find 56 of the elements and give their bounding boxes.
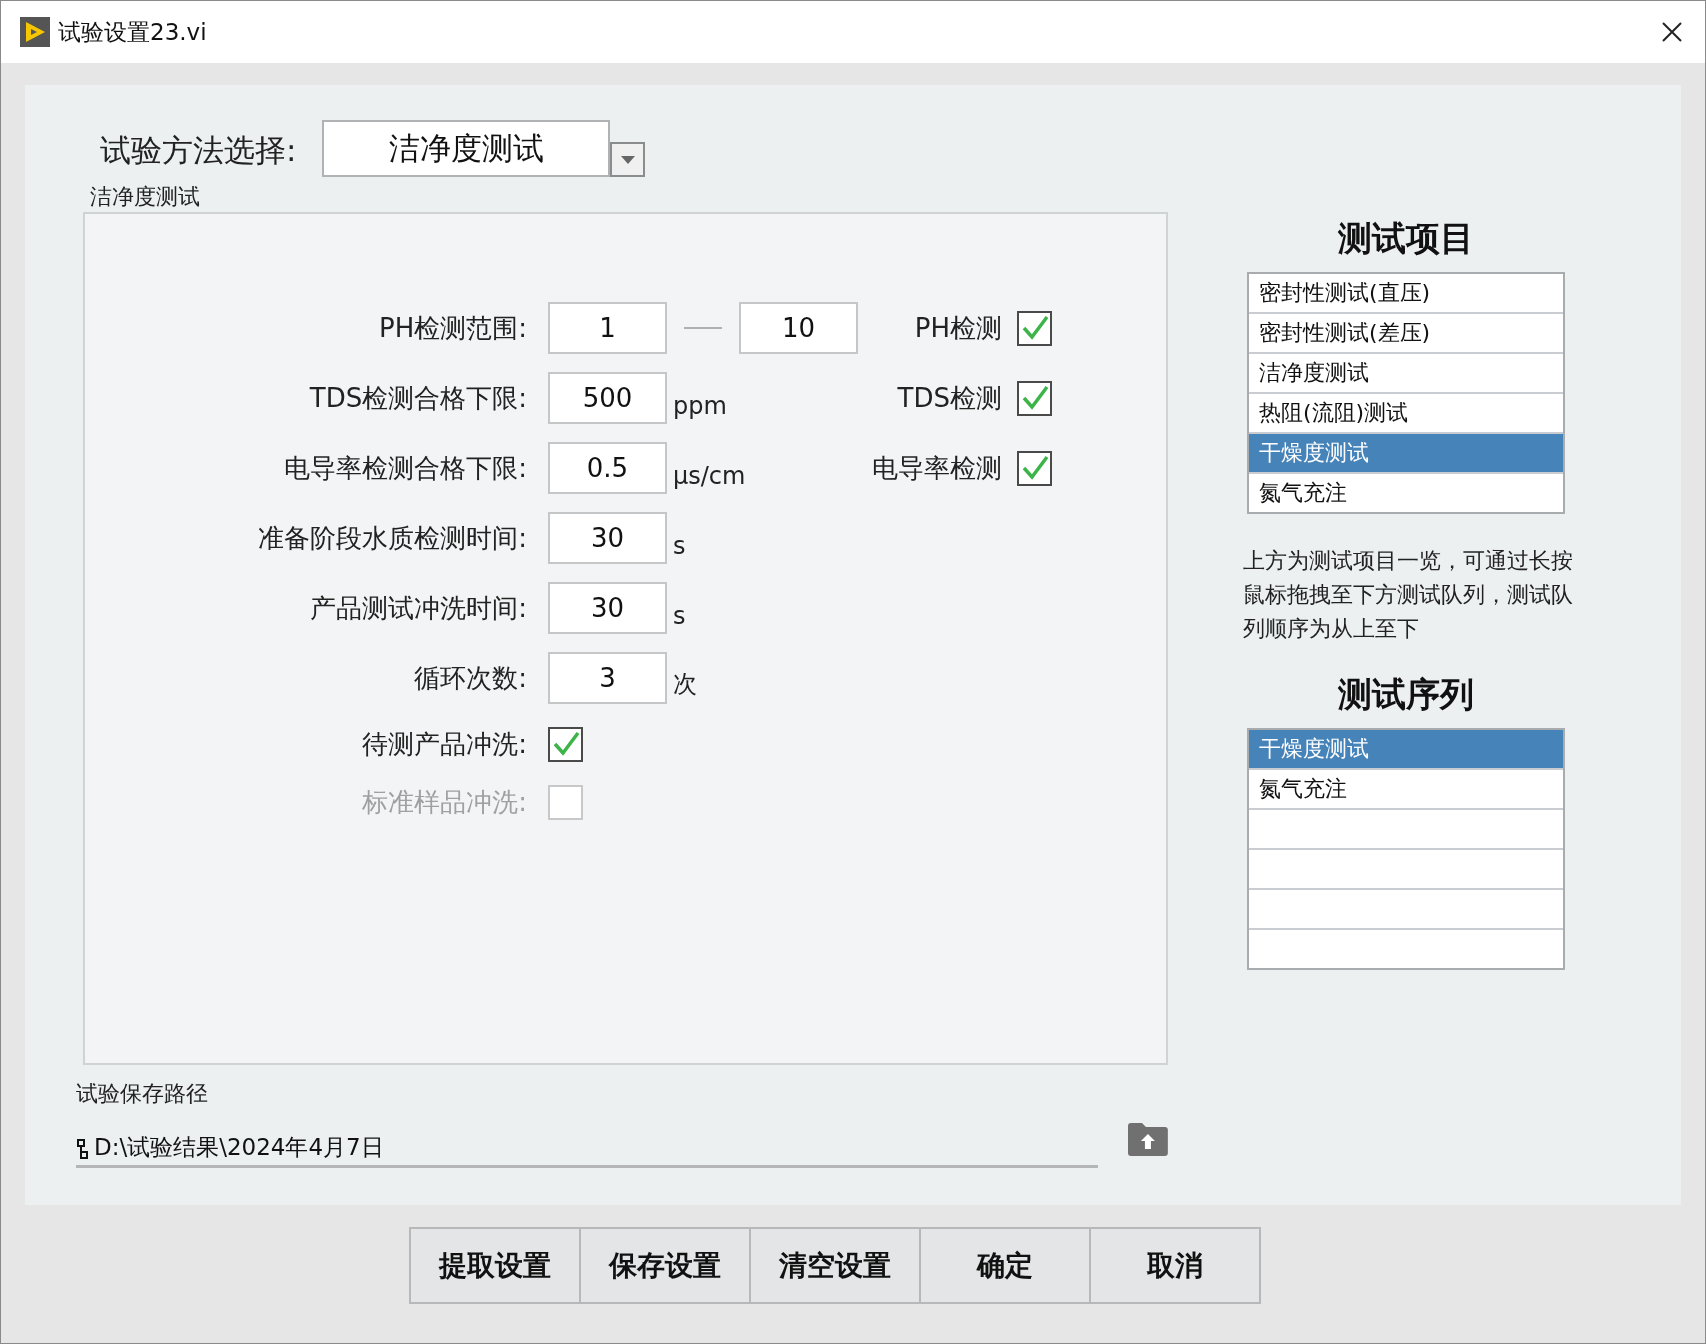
- checkbox[interactable]: [1017, 380, 1052, 416]
- list-item[interactable]: 洁净度测试: [1249, 352, 1563, 392]
- action-button[interactable]: 清空设置: [749, 1227, 921, 1304]
- dropdown-button[interactable]: [610, 142, 646, 177]
- list-item[interactable]: 氮气充注: [1249, 768, 1563, 808]
- number-field[interactable]: 30: [548, 512, 667, 564]
- unit-label: s: [673, 602, 686, 630]
- number-field[interactable]: 3: [548, 652, 667, 704]
- checkbox[interactable]: [1017, 450, 1052, 486]
- field-label: 电导率检测合格下限:: [283, 451, 527, 485]
- check-label: 电导率检测: [872, 451, 1002, 485]
- action-button[interactable]: 提取设置: [409, 1227, 581, 1304]
- window-title: 试验设置23.vi: [58, 17, 207, 47]
- field-label: 标准样品冲洗:: [361, 785, 527, 819]
- check-label: PH检测: [914, 311, 1002, 345]
- unit-label: ppm: [673, 392, 727, 420]
- action-button[interactable]: 取消: [1089, 1227, 1261, 1304]
- range-dash: [684, 327, 722, 329]
- field-label: 循环次数:: [413, 661, 527, 695]
- action-button[interactable]: 确定: [919, 1227, 1091, 1304]
- list-item[interactable]: 干燥度测试: [1249, 730, 1563, 768]
- list-item[interactable]: 密封性测试(直压): [1249, 274, 1563, 312]
- list-item[interactable]: 氮气充注: [1249, 472, 1563, 512]
- hint-text: 上方为测试项目一览，可通过长按鼠标拖拽至下方测试队列，测试队列顺序为从上至下: [1243, 547, 1574, 643]
- unit-label: s: [673, 532, 686, 560]
- unit-label: μs/cm: [673, 462, 746, 490]
- caret-icon: [620, 155, 635, 164]
- path-field[interactable]: D:\试验结果\2024年4月7日: [76, 1134, 1099, 1168]
- section-title: 洁净度测试: [90, 183, 201, 211]
- field-label: TDS检测合格下限:: [308, 381, 527, 415]
- number-field[interactable]: 0.5: [548, 442, 667, 494]
- field-label: 待测产品冲洗:: [361, 727, 527, 761]
- folder-upload-icon[interactable]: [1128, 1123, 1168, 1156]
- number-field[interactable]: 1: [548, 302, 667, 354]
- method-label: 试验方法选择:: [100, 131, 297, 170]
- list-item[interactable]: 密封性测试(差压): [1249, 312, 1563, 352]
- number-field[interactable]: 30: [548, 582, 667, 634]
- unit-label: 次: [673, 669, 697, 700]
- number-field[interactable]: 500: [548, 372, 667, 424]
- number-field[interactable]: 10: [739, 302, 858, 354]
- list-item[interactable]: 干燥度测试: [1249, 432, 1563, 472]
- method-dropdown[interactable]: 洁净度测试: [322, 120, 611, 177]
- field-label: PH检测范围:: [378, 311, 527, 345]
- list-title: 测试项目: [1337, 217, 1475, 260]
- field-label: 准备阶段水质检测时间:: [257, 521, 527, 555]
- checkbox[interactable]: [1017, 310, 1052, 346]
- list-box[interactable]: 密封性测试(直压) 密封性测试(差压) 洁净度测试 热阻(流阻)测试 干燥度测试 氮气充注: [1247, 272, 1565, 514]
- app-icon: [20, 17, 50, 47]
- checkbox[interactable]: [548, 726, 583, 762]
- close-icon[interactable]: [1661, 21, 1683, 43]
- list-box[interactable]: 干燥度测试 氮气充注: [1247, 728, 1565, 970]
- check-label: TDS检测: [897, 381, 1002, 415]
- field-label: 产品测试冲洗时间:: [309, 591, 527, 625]
- action-button[interactable]: 保存设置: [579, 1227, 751, 1304]
- path-label: 试验保存路径: [76, 1080, 209, 1108]
- list-title: 测试序列: [1337, 673, 1475, 716]
